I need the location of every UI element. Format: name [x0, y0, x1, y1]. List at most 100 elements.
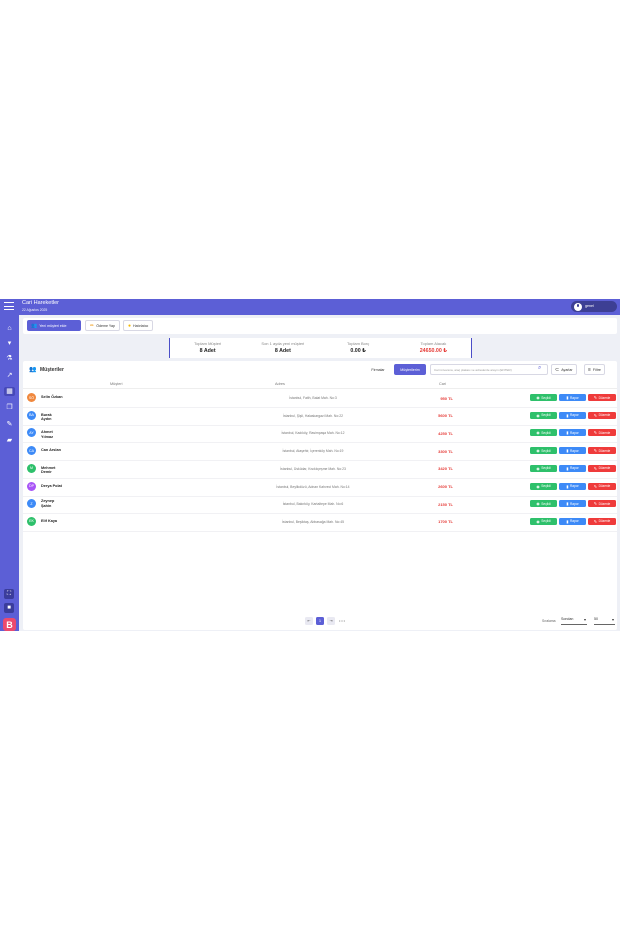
eye-icon: ◉	[536, 501, 540, 507]
customer-balance: 3420 TL	[438, 466, 453, 472]
customer-address: İstanbul, Kadıköy, Rasimpaşa Mah. No:12	[281, 431, 345, 436]
table-row[interactable]: M Mehmet Demir İstanbul, Üsküdar, Kısıkl…	[23, 461, 617, 479]
customer-name[interactable]: Elif Kaya	[41, 519, 63, 524]
pencil-icon: ✎	[593, 518, 598, 524]
report-button[interactable]: ▮ Rapor	[559, 447, 586, 455]
select-button[interactable]: ◉ Seçildi	[530, 411, 557, 419]
files-icon[interactable]: ❐	[4, 403, 15, 412]
menu-icon[interactable]	[4, 302, 14, 312]
bell-icon: ●	[128, 322, 132, 329]
edit-button[interactable]: ✎ Düzenle	[588, 517, 616, 525]
sort-select[interactable]: Sondan ▾	[561, 617, 587, 625]
bar-chart-icon: ▮	[566, 448, 569, 454]
customer-name[interactable]: Can Arslan	[41, 448, 63, 453]
edit-button[interactable]: ✎ Düzenle	[588, 500, 616, 508]
settings-button[interactable]: ⊂ Ayarlar	[551, 364, 577, 375]
chart-icon[interactable]: ↗	[4, 371, 15, 380]
select-button[interactable]: ◉ Seçildi	[530, 482, 557, 490]
customer-address: İstanbul, Bakırköy, Kartaltepe Mah. No:6	[282, 502, 344, 507]
fullscreen-icon[interactable]: ⛶	[4, 589, 14, 599]
pencil-icon: ✎	[593, 430, 598, 436]
edit-button[interactable]: ✎ Düzenle	[588, 411, 616, 419]
table-row[interactable]: SÖ Selin Özkan İstanbul, Fatih, Balat Ma…	[23, 390, 617, 408]
customer-address: İstanbul, Şişli, Halaskargazi Mah. No:22	[283, 413, 343, 418]
chevron-down-icon: ▾	[611, 617, 614, 622]
table-row[interactable]: Z Zeynep Şahin İstanbul, Bakırköy, Karta…	[23, 496, 617, 515]
eye-icon: ◉	[536, 448, 540, 454]
edit-button[interactable]: ✎ Düzenle	[588, 464, 616, 472]
page-size-select[interactable]: 50 ▾	[594, 617, 615, 625]
username: genel	[585, 304, 594, 308]
top-bar: Cari Hareketler 22 Ağustos 2025 genel	[0, 299, 620, 315]
report-button[interactable]: ▮ Rapor	[559, 517, 586, 525]
table-row[interactable]: CA Can Arslan İstanbul, Ataşehir, İçeren…	[23, 443, 617, 462]
report-button[interactable]: ▮ Rapor	[559, 411, 586, 419]
filter-button[interactable]: ≡ Filtre	[584, 364, 605, 375]
report-button[interactable]: ▮ Rapor	[559, 500, 586, 508]
truck-icon[interactable]: ▰	[4, 436, 15, 445]
select-button[interactable]: ◉ Seçildi	[530, 517, 557, 525]
customer-address: İstanbul, Üsküdar, Kısıklıçeşme Mah. No:…	[280, 466, 346, 471]
edit-button[interactable]: ✎ Düzenle	[588, 394, 616, 401]
pencil-icon: ✎	[593, 501, 598, 507]
avatar: CA	[27, 446, 36, 456]
eye-icon: ◉	[536, 518, 540, 524]
table-row[interactable]: AY Ahmet Yılmaz İstanbul, Kadıköy, Rasim…	[23, 425, 617, 444]
eye-icon: ◉	[536, 465, 540, 471]
avatar: EK	[27, 516, 36, 526]
edit-button[interactable]: ✎ Düzenle	[588, 429, 616, 437]
home-icon[interactable]: ⌂	[4, 324, 15, 333]
tab-firms[interactable]: Firmalar	[363, 364, 393, 375]
panel-title: Müşteriler	[40, 367, 64, 373]
customer-address: İstanbul, Fatih, Balat Mah. No:3	[289, 396, 337, 400]
tab-my-customers[interactable]: Müşterilerim	[394, 364, 426, 375]
customer-name[interactable]: Zeynep Şahin	[41, 499, 63, 508]
search-icon[interactable]: ⌕	[538, 365, 541, 372]
table-row[interactable]: BA Burak Aydın İstanbul, Şişli, Halaskar…	[23, 408, 617, 426]
flask-icon[interactable]: ⚗	[4, 354, 15, 363]
select-button[interactable]: ◉ Seçildi	[530, 394, 557, 401]
stat-total-customers: Toplam Müşteri 8 Adet	[194, 341, 222, 354]
user-plus-icon: 👥	[31, 322, 38, 329]
people-icon: 👥	[29, 367, 37, 373]
bar-chart-icon: ▮	[566, 395, 569, 400]
pencil-icon: ✎	[593, 412, 598, 418]
table-row[interactable]: EK Elif Kaya İstanbul, Beşiktaş, Abbasağ…	[23, 514, 617, 532]
customer-name[interactable]: Burak Aydın	[41, 413, 63, 422]
edit-button[interactable]: ✎ Düzenle	[588, 447, 616, 455]
pagination-more[interactable]: • • •	[337, 617, 347, 625]
report-button[interactable]: ▮ Rapor	[559, 394, 586, 401]
customer-address: İstanbul, Beylikdüzü, Adnan Kahveci Mah.…	[276, 484, 350, 489]
cart-icon[interactable]: ▾	[4, 339, 15, 348]
col-address: Adres	[275, 382, 285, 386]
building-icon[interactable]: ▦	[4, 387, 15, 396]
table-header: Müşteri Adres Cari	[23, 380, 617, 389]
customer-balance: 5600 TL	[438, 413, 453, 419]
select-button[interactable]: ◉ Seçildi	[530, 447, 557, 455]
customer-name[interactable]: Derya Polat	[41, 484, 63, 489]
customer-name[interactable]: Mehmet Demir	[41, 466, 63, 475]
pagination-page-1[interactable]: 1	[316, 617, 324, 625]
pagination-next-button[interactable]: ⇥	[327, 617, 335, 625]
customer-name[interactable]: Selin Özkan	[41, 395, 63, 400]
pagination-prev-button[interactable]: ⇤	[305, 617, 313, 625]
wrench-icon[interactable]: ✎	[4, 420, 15, 429]
reminder-button[interactable]: ● Hatırlatıcı	[123, 320, 154, 331]
customer-name[interactable]: Ahmet Yılmaz	[41, 430, 63, 439]
chevron-down-icon: ▾	[583, 617, 586, 622]
report-button[interactable]: ▮ Rapor	[559, 464, 586, 472]
edit-button[interactable]: ✎ Düzenle	[588, 482, 616, 490]
select-button[interactable]: ◉ Seçildi	[530, 429, 557, 437]
stat-total-receivable: Toplam Alacak 24650.00 ₺	[419, 341, 447, 354]
bar-chart-icon: ▮	[566, 412, 569, 418]
search-input[interactable]: Cari ünvanına, araç plakası ve adreslerd…	[430, 364, 548, 375]
select-button[interactable]: ◉ Seçildi	[530, 500, 557, 508]
make-payment-button[interactable]: ✏ Ödeme Yap	[85, 320, 121, 331]
camera-icon[interactable]: ■	[4, 603, 14, 613]
table-row[interactable]: DP Derya Polat İstanbul, Beylikdüzü, Adn…	[23, 479, 617, 497]
user-menu[interactable]: genel	[571, 301, 617, 312]
report-button[interactable]: ▮ Rapor	[559, 482, 586, 490]
report-button[interactable]: ▮ Rapor	[559, 429, 586, 437]
add-customer-button[interactable]: 👥 Yeni müşteri ekle	[27, 320, 81, 331]
select-button[interactable]: ◉ Seçildi	[530, 464, 557, 472]
